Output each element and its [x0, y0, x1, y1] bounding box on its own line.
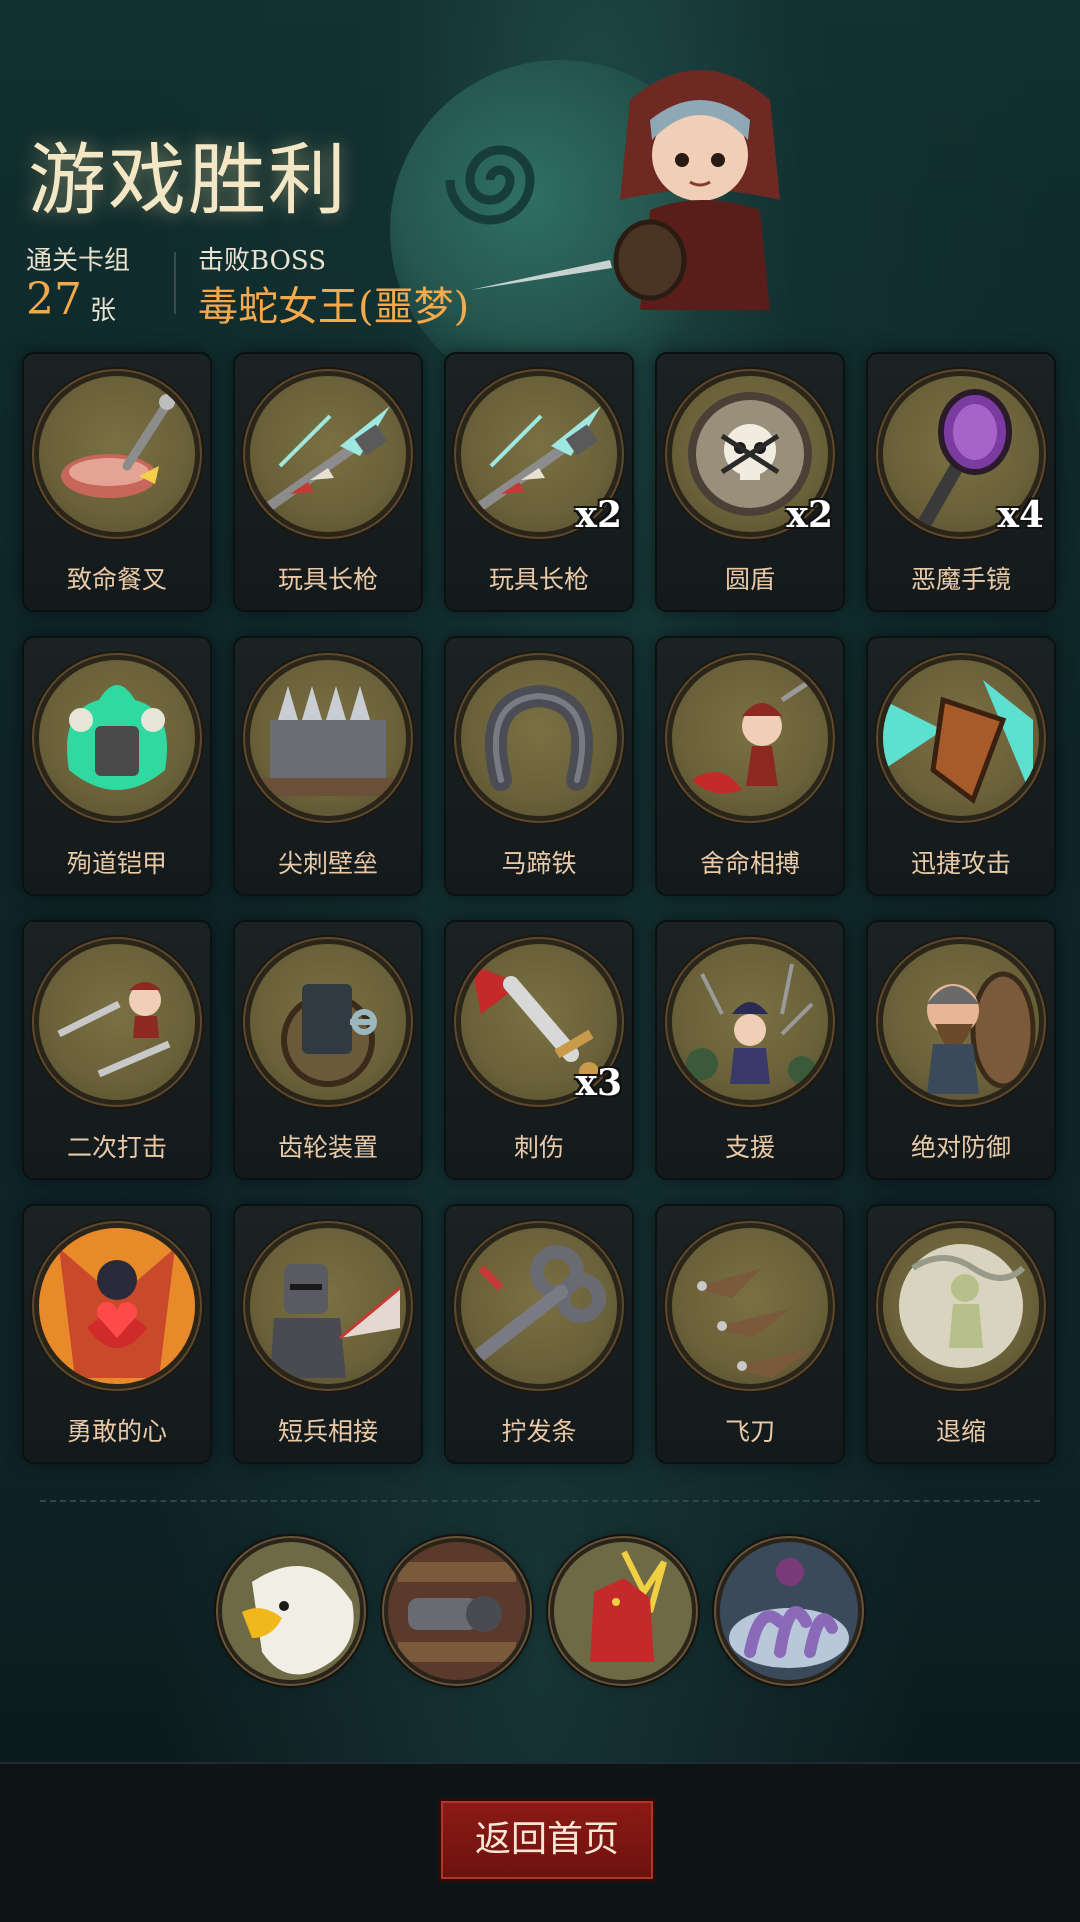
red-demon-icon[interactable] — [554, 1542, 692, 1680]
boss-label: 击败BOSS — [198, 246, 327, 276]
cannon-icon[interactable] — [388, 1542, 526, 1680]
deck-count: 27 — [26, 274, 82, 325]
eagle-icon[interactable] — [222, 1542, 360, 1680]
card-name: 迅捷攻击 — [910, 849, 1011, 878]
card-item[interactable]: 退缩 — [868, 1206, 1054, 1462]
card-item[interactable]: 舍命相搏 — [657, 638, 843, 894]
stat-divider — [174, 252, 176, 314]
wind-up-key-icon — [461, 1228, 617, 1384]
card-item[interactable]: 尖刺壁垒 — [235, 638, 421, 894]
card-item[interactable]: 马蹄铁 — [446, 638, 632, 894]
card-name: 恶魔手镜 — [910, 565, 1011, 594]
card-count-badge: x2 — [786, 494, 833, 536]
card-item[interactable]: x4 恶魔手镜 — [868, 354, 1054, 610]
card-name: 绝对防御 — [910, 1133, 1011, 1162]
card-name: 马蹄铁 — [501, 849, 577, 878]
brave-heart-icon — [39, 1228, 195, 1384]
card-name: 勇敢的心 — [66, 1417, 167, 1446]
card-item[interactable]: 短兵相接 — [235, 1206, 421, 1462]
victory-title: 游戏胜利 — [28, 136, 349, 226]
flying-knives-icon — [672, 1228, 828, 1384]
card-item[interactable]: 齿轮装置 — [235, 922, 421, 1178]
card-item[interactable]: 绝对防御 — [868, 922, 1054, 1178]
card-item[interactable]: 二次打击 — [24, 922, 210, 1178]
card-item[interactable]: 支援 — [657, 922, 843, 1178]
hero-spear — [470, 260, 612, 290]
toy-lance-icon — [250, 376, 406, 532]
card-item[interactable]: 飞刀 — [657, 1206, 843, 1462]
deck-label: 通关卡组 — [26, 246, 131, 276]
ghost-armor-icon — [39, 660, 195, 816]
retreat-icon — [883, 1228, 1039, 1384]
hero-character — [613, 70, 780, 310]
fork-steak-icon — [39, 376, 195, 532]
card-name: 退缩 — [935, 1417, 986, 1446]
card-name: 二次打击 — [66, 1133, 167, 1162]
swift-attack-icon — [883, 660, 1039, 816]
spiral-decoration — [445, 145, 535, 225]
spike-wall-icon — [250, 660, 406, 816]
return-home-button[interactable]: 返回首页 — [438, 1798, 656, 1882]
double-strike-icon — [39, 944, 195, 1100]
support-icon — [672, 944, 828, 1100]
knight-clash-icon — [250, 1228, 406, 1384]
card-name: 玩具长枪 — [488, 565, 589, 594]
viking-shield-icon — [883, 944, 1039, 1100]
section-divider — [40, 1500, 1040, 1502]
desperate-fight-icon — [672, 660, 828, 816]
card-item[interactable]: 殉道铠甲 — [24, 638, 210, 894]
card-name: 支援 — [724, 1133, 775, 1162]
card-count-badge: x3 — [575, 1062, 622, 1104]
card-name: 拧发条 — [501, 1417, 577, 1446]
card-name: 殉道铠甲 — [66, 849, 167, 878]
boss-name: 毒蛇女王(噩梦) — [198, 284, 470, 330]
card-item[interactable]: 玩具长枪 — [235, 354, 421, 610]
card-count-badge: x2 — [575, 494, 622, 536]
card-name: 短兵相接 — [277, 1417, 378, 1446]
card-item[interactable]: 拧发条 — [446, 1206, 632, 1462]
card-item[interactable]: 迅捷攻击 — [868, 638, 1054, 894]
card-name: 圆盾 — [724, 565, 775, 594]
card-name: 舍命相搏 — [699, 849, 800, 878]
card-item[interactable]: x3 刺伤 — [446, 922, 632, 1178]
card-name: 齿轮装置 — [277, 1133, 378, 1162]
gear-device-icon — [250, 944, 406, 1100]
card-item[interactable]: 致命餐叉 — [24, 354, 210, 610]
card-item[interactable]: x2 圆盾 — [657, 354, 843, 610]
card-item[interactable]: x2 玩具长枪 — [446, 354, 632, 610]
card-count-badge: x4 — [997, 494, 1044, 536]
card-name: 玩具长枪 — [277, 565, 378, 594]
horseshoe-icon — [461, 660, 617, 816]
tentacle-icon[interactable] — [720, 1542, 858, 1680]
card-name: 刺伤 — [513, 1133, 564, 1162]
card-name: 致命餐叉 — [66, 565, 167, 594]
card-name: 飞刀 — [724, 1417, 775, 1446]
card-name: 尖刺壁垒 — [277, 849, 378, 878]
deck-unit: 张 — [90, 296, 117, 326]
card-item[interactable]: 勇敢的心 — [24, 1206, 210, 1462]
